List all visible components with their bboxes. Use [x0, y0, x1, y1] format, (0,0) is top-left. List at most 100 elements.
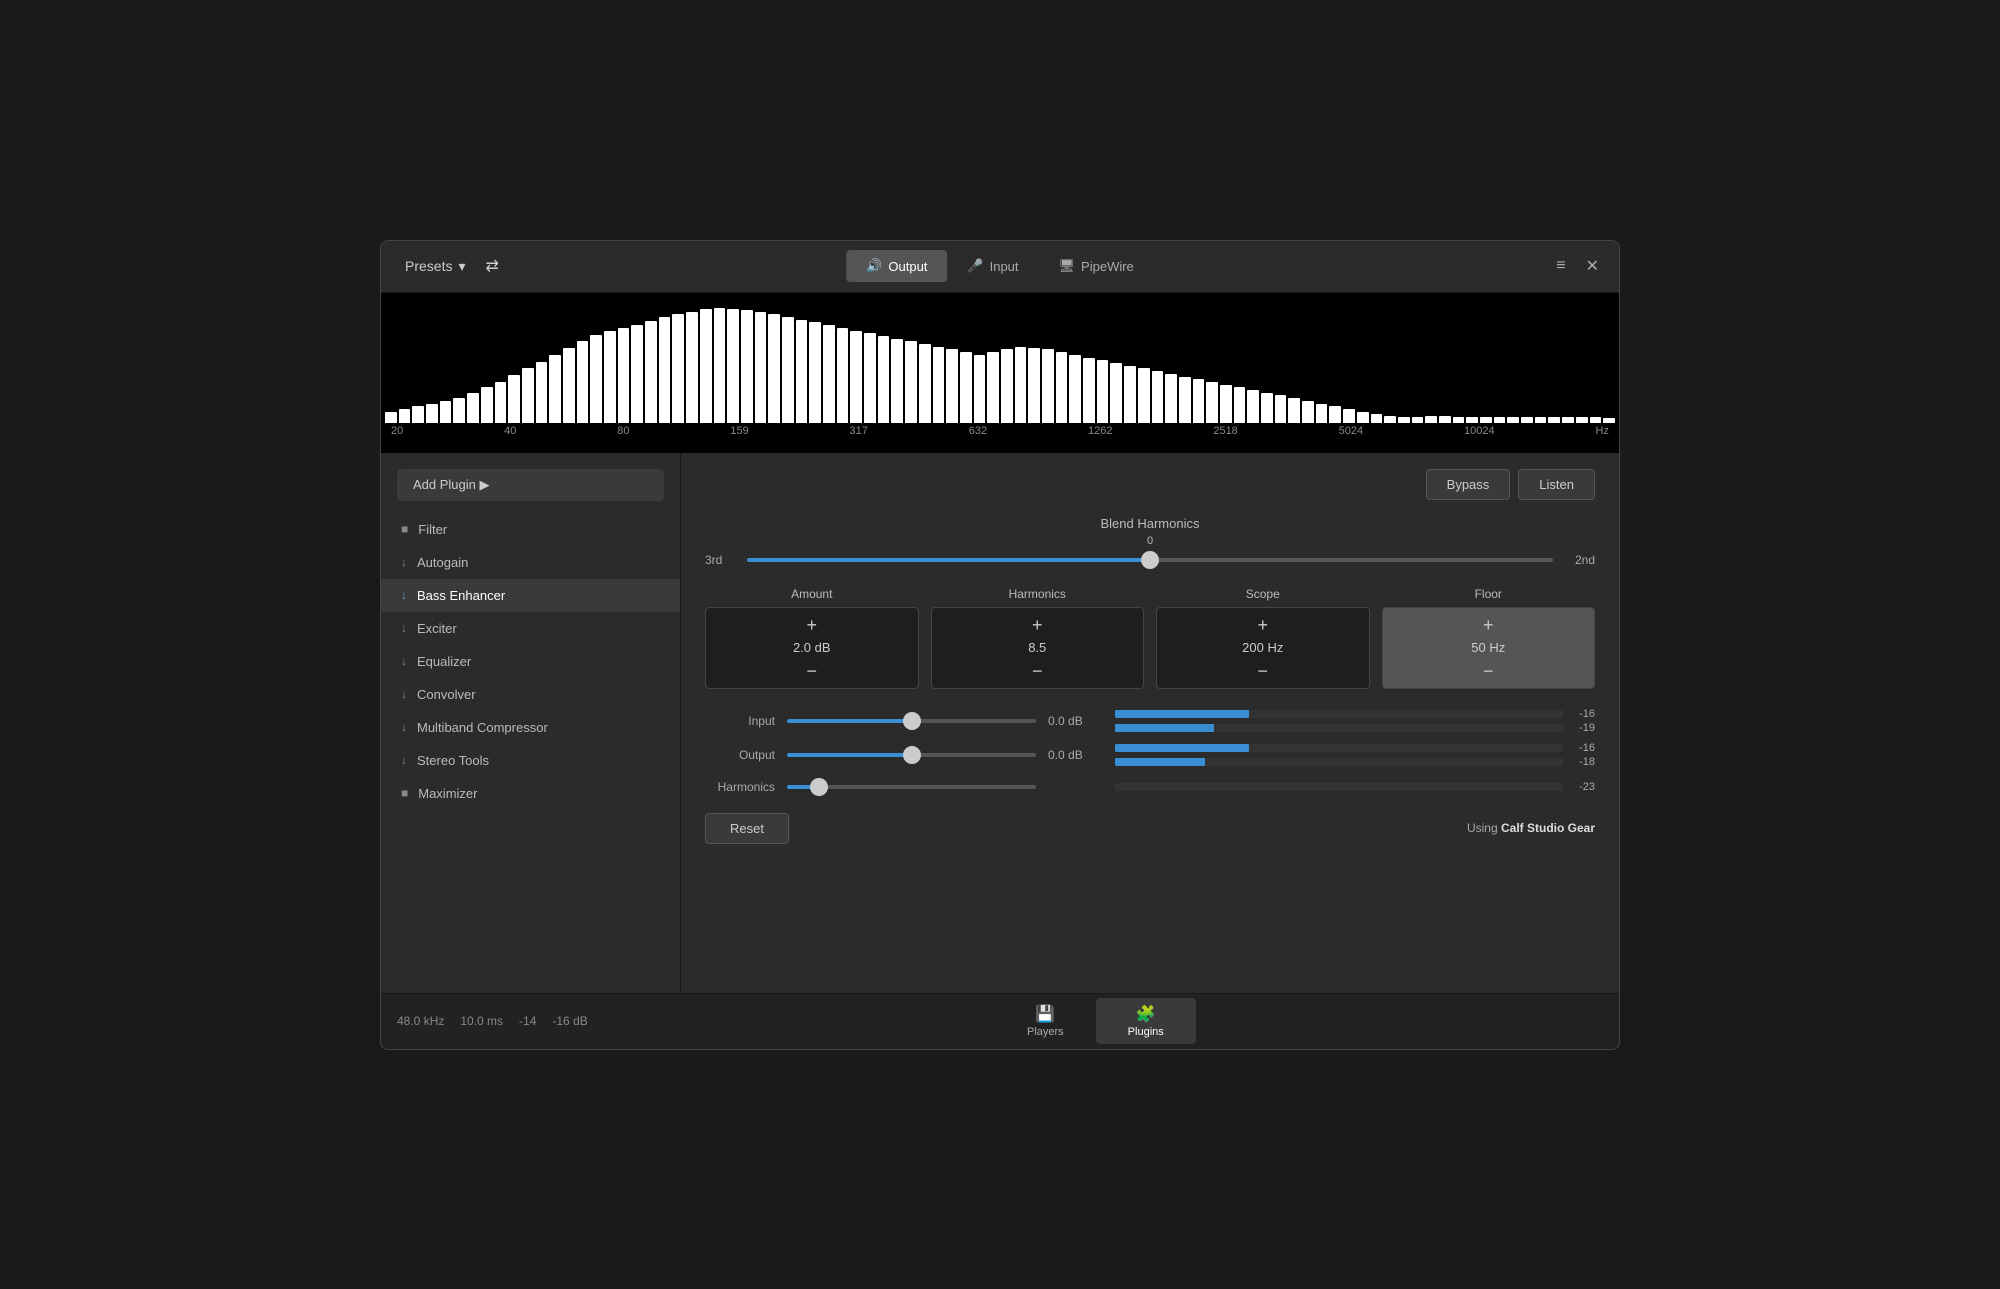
spectrum-labels: 20 40 80 159 317 632 1262 2518 5024 1002…	[381, 423, 1619, 439]
spectrum-bar	[1384, 416, 1396, 423]
output-vu-track-2	[1115, 758, 1563, 766]
tab-input[interactable]: 🎤 Input	[947, 250, 1038, 282]
presets-button[interactable]: Presets ▾	[397, 254, 474, 279]
spectrum-bar	[837, 328, 849, 423]
spectrum-bar	[1357, 412, 1369, 423]
spectrum-bar	[974, 355, 986, 423]
tab-players[interactable]: 💾 Players	[995, 998, 1096, 1044]
spectrum-bar	[1590, 417, 1602, 422]
sidebar-item-maximizer[interactable]: ■ Maximizer	[381, 777, 680, 810]
refresh-button[interactable]: ⇄	[478, 252, 507, 280]
tab-output[interactable]: 🔊 Output	[846, 250, 947, 282]
floor-plus-button[interactable]: +	[1473, 614, 1504, 636]
convolver-icon: ↓	[401, 687, 407, 701]
spectrum-bar	[919, 344, 931, 422]
spectrum-bar	[1288, 398, 1300, 422]
harmonics-output-slider[interactable]	[787, 785, 1036, 789]
spectrum-bar	[618, 328, 630, 423]
spectrum-bar	[1056, 352, 1068, 422]
amount-box: + 2.0 dB −	[705, 607, 919, 689]
controls-grid: Amount + 2.0 dB − Harmonics + 8.5 −	[705, 587, 1595, 689]
tab-pipewire[interactable]: 🖥 PipeWire	[1039, 250, 1154, 282]
input-vu-row-2: -19	[1115, 723, 1595, 733]
sidebar-item-label: Stereo Tools	[417, 753, 489, 768]
stat-val1: -14	[519, 1014, 536, 1028]
sidebar-item-multiband-compressor[interactable]: ↓ Multiband Compressor	[381, 711, 680, 744]
input-vu-db-2: -19	[1567, 722, 1595, 734]
bottom-bar: 48.0 kHz 10.0 ms -14 -16 dB 💾 Players 🧩 …	[381, 993, 1619, 1049]
sidebar-item-exciter[interactable]: ↓ Exciter	[381, 612, 680, 645]
blend-slider-row: 3rd 2nd	[705, 553, 1595, 567]
spectrum-bar	[549, 355, 561, 423]
amount-value: 2.0 dB	[793, 636, 831, 660]
input-db-value: 0.0 dB	[1048, 714, 1103, 728]
input-vu-track-2	[1115, 724, 1563, 732]
bottom-stats: 48.0 kHz 10.0 ms -14 -16 dB	[397, 1014, 588, 1028]
spectrum-bar	[563, 348, 575, 422]
output-vu-row-1: -16	[1115, 743, 1595, 753]
spectrum-bar	[1097, 360, 1109, 422]
sidebar-item-convolver[interactable]: ↓ Convolver	[381, 678, 680, 711]
using-label: Using Calf Studio Gear	[1467, 821, 1595, 835]
spectrum-bar	[385, 412, 397, 423]
bypass-button[interactable]: Bypass	[1426, 469, 1511, 500]
output-slider[interactable]	[787, 753, 1036, 757]
scope-value: 200 Hz	[1242, 636, 1283, 660]
title-bar-right: ≡ ✕	[1552, 252, 1603, 280]
blend-value: 0	[705, 535, 1595, 547]
spectrum-bar	[1439, 416, 1451, 423]
amount-minus-button[interactable]: −	[796, 660, 827, 682]
amount-plus-button[interactable]: +	[796, 614, 827, 636]
scope-minus-button[interactable]: −	[1247, 660, 1278, 682]
harmonics-minus-button[interactable]: −	[1022, 660, 1053, 682]
spectrum-bar	[481, 387, 493, 422]
spectrum-bar	[891, 339, 903, 423]
close-button[interactable]: ✕	[1582, 252, 1603, 280]
input-vu-fill-2	[1115, 724, 1214, 732]
add-plugin-button[interactable]: Add Plugin ▶	[397, 469, 664, 501]
stat-latency: 10.0 ms	[460, 1014, 503, 1028]
stat-val2: -16 dB	[552, 1014, 587, 1028]
spectrum-bar	[1507, 417, 1519, 422]
menu-icon: ≡	[1556, 257, 1565, 274]
listen-button[interactable]: Listen	[1518, 469, 1595, 500]
tab-plugins[interactable]: 🧩 Plugins	[1096, 998, 1196, 1044]
filter-icon: ■	[401, 522, 408, 536]
harmonics-plus-button[interactable]: +	[1022, 614, 1053, 636]
sidebar-item-stereo-tools[interactable]: ↓ Stereo Tools	[381, 744, 680, 777]
spectrum-bar	[659, 317, 671, 423]
floor-box: + 50 Hz −	[1382, 607, 1596, 689]
sidebar-item-autogain[interactable]: ↓ Autogain	[381, 546, 680, 579]
spectrum-bar	[1548, 417, 1560, 422]
app-window: Presets ▾ ⇄ 🔊 Output 🎤 Input 🖥 PipeWire …	[380, 240, 1620, 1050]
spectrum-bar	[1124, 366, 1136, 423]
sidebar-item-equalizer[interactable]: ↓ Equalizer	[381, 645, 680, 678]
output-vu-row-2: -18	[1115, 757, 1595, 767]
spectrum-bar	[768, 314, 780, 422]
sidebar-item-filter[interactable]: ■ Filter	[381, 513, 680, 546]
spectrum-bar	[1179, 377, 1191, 423]
spectrum-bar	[1001, 349, 1013, 422]
spectrum-bar	[1494, 417, 1506, 422]
floor-minus-button[interactable]: −	[1473, 660, 1504, 682]
spectrum-bar	[1110, 363, 1122, 423]
maximizer-icon: ■	[401, 786, 408, 800]
spectrum-bar	[714, 308, 726, 423]
menu-button[interactable]: ≡	[1552, 253, 1569, 279]
title-bar: Presets ▾ ⇄ 🔊 Output 🎤 Input 🖥 PipeWire …	[381, 241, 1619, 293]
blend-right-label: 2nd	[1565, 553, 1595, 567]
spectrum-bar	[604, 331, 616, 423]
blend-harmonics-label: Blend Harmonics	[705, 516, 1595, 531]
spectrum-bar	[590, 335, 602, 423]
scope-plus-button[interactable]: +	[1247, 614, 1278, 636]
harmonics-vu-area: -23	[1115, 782, 1595, 792]
output-slider-row: Output 0.0 dB -16	[705, 743, 1595, 767]
blend-harmonics-slider[interactable]	[747, 558, 1553, 562]
reset-button[interactable]: Reset	[705, 813, 789, 844]
spectrum-bar	[1247, 390, 1259, 422]
sidebar-item-label: Filter	[418, 522, 447, 537]
input-slider[interactable]	[787, 719, 1036, 723]
exciter-icon: ↓	[401, 621, 407, 635]
sidebar-item-bass-enhancer[interactable]: ↓ Bass Enhancer	[381, 579, 680, 612]
sidebar: Add Plugin ▶ ■ Filter ↓ Autogain ↓ Bass …	[381, 453, 681, 993]
